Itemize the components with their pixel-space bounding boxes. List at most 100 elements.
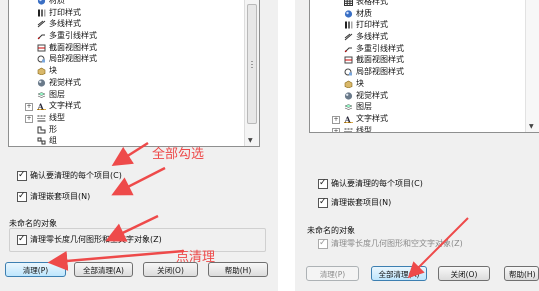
tree-item-label: 局部视图样式 <box>49 54 97 64</box>
tree-item-label: 多线样式 <box>49 19 81 29</box>
tree-item[interactable]: 局部视图样式 <box>9 53 245 65</box>
shape-icon <box>37 126 46 134</box>
linetype-icon <box>344 128 353 132</box>
scroll-down-icon[interactable]: ▼ <box>529 123 534 130</box>
tree-item[interactable]: 表格样式 <box>310 0 526 8</box>
tree-item[interactable]: 图层 <box>9 89 245 101</box>
tree-item[interactable]: 图层 <box>310 101 526 113</box>
purge-all-button[interactable]: 全部清理(A) <box>74 262 133 277</box>
tree-item-label: 视觉样式 <box>356 90 388 100</box>
tree-list: 表格样式 材质 打印样式 多线样式 多重引线样式 截面视图样式 局部视图样式块视觉样式 图层 +… <box>310 0 526 132</box>
tree-item[interactable]: 截面视图样式 <box>310 54 526 66</box>
confirm-each-label: 确认要清理的每个项目(C) <box>30 171 122 180</box>
purge-nested-checkbox[interactable]: 清理嵌套项目(N) <box>318 196 392 209</box>
tree-item-label: 截面视图样式 <box>49 42 97 52</box>
tree-item[interactable]: 组 <box>9 135 245 146</box>
visual-style-icon <box>344 91 353 100</box>
purge-zero-length-checkbox[interactable]: 清理零长度几何图形和空文字对象(Z) <box>17 233 162 246</box>
purge-button[interactable]: 清理(P) <box>5 262 66 277</box>
purge-all-button[interactable]: 全部清理(A) <box>371 266 427 281</box>
tree-item[interactable]: + 线型 <box>310 125 526 132</box>
purge-zero-length-checkbox: 清理零长度几何图形和空文字对象(Z) <box>318 237 463 250</box>
tree-item-label: 文字样式 <box>356 113 388 123</box>
tree-item-label: 线型 <box>49 112 65 122</box>
block-icon <box>344 80 353 88</box>
tree-item-label: 组 <box>49 136 57 146</box>
expand-icon[interactable]: + <box>332 115 340 124</box>
tree-item-label: 截面视图样式 <box>356 55 404 65</box>
linetype-icon <box>37 115 46 122</box>
help-button[interactable]: 帮助(H) <box>208 262 268 277</box>
checkbox-checked-icon[interactable] <box>318 177 328 189</box>
scroll-down-icon[interactable]: ▼ <box>248 137 253 144</box>
expand-icon[interactable]: + <box>332 127 340 132</box>
tree-item-label: 文字样式 <box>49 101 81 111</box>
tree-item[interactable]: 视觉样式 <box>310 90 526 102</box>
tree-item[interactable]: + A 文字样式 <box>9 100 245 112</box>
svg-text:A: A <box>37 102 45 110</box>
layer-icon <box>37 91 46 98</box>
purge-nested-checkbox[interactable]: 清理嵌套项目(N) <box>17 190 91 203</box>
tree-item[interactable]: 块 <box>9 65 245 77</box>
scrollbar-thumb[interactable] <box>247 4 257 124</box>
tree-item-label: 材质 <box>356 8 372 18</box>
tree-item[interactable]: 多重引线样式 <box>9 30 245 42</box>
tree-item-label: 视觉样式 <box>49 77 81 87</box>
group-icon <box>37 137 46 145</box>
tree-item[interactable]: + 线型 <box>9 112 245 124</box>
expand-icon[interactable]: + <box>25 103 33 112</box>
annotation-click-purge: 点清理 <box>176 250 216 265</box>
tree-item[interactable]: 局部视图样式 <box>310 66 526 78</box>
tree-item-label: 形 <box>49 124 57 134</box>
tree-scrollbar[interactable]: ▼ <box>525 0 539 132</box>
tree-item-label: 块 <box>356 78 364 88</box>
multiline-style-icon <box>37 20 46 28</box>
tree-item-label: 表格样式 <box>356 0 388 6</box>
tree-item[interactable]: 截面视图样式 <box>9 42 245 54</box>
tree-item[interactable]: 形 <box>9 124 245 136</box>
multileader-style-icon <box>344 47 352 53</box>
close-button[interactable]: 关闭(O) <box>438 266 490 281</box>
purge-tree[interactable]: 材质 打印样式多线样式多重引线样式 截面视图样式 局部视图样式块视觉样式图层 + A 文字样… <box>8 0 260 147</box>
tree-item[interactable]: 材质 <box>9 0 245 7</box>
detail-view-style-icon <box>344 68 352 76</box>
plot-style-icon <box>345 21 353 29</box>
table-style-icon <box>344 0 353 6</box>
checkbox-checked-icon[interactable] <box>17 169 27 181</box>
text-style-icon: A <box>37 102 46 111</box>
tree-item[interactable]: 打印样式 <box>310 19 526 31</box>
tree-item[interactable]: 视觉样式 <box>9 77 245 89</box>
purge-nested-label: 清理嵌套项目(N) <box>331 198 392 207</box>
text-style-icon: A <box>344 115 353 123</box>
tree-item-label: 打印样式 <box>49 7 81 17</box>
material-icon <box>344 10 353 18</box>
purge-tree[interactable]: 表格样式 材质 打印样式 多线样式 多重引线样式 截面视图样式 局部视图样式块视觉样式 图层 +… <box>309 0 539 133</box>
tree-item-label: 块 <box>49 66 57 76</box>
tree-item[interactable]: 材质 <box>310 8 526 20</box>
detail-view-style-icon <box>37 55 45 63</box>
tree-item[interactable]: 多线样式 <box>9 18 245 30</box>
purge-zero-length-label: 清理零长度几何图形和空文字对象(Z) <box>331 239 463 248</box>
checkbox-checked-icon[interactable] <box>17 190 27 202</box>
tree-item-label: 多线样式 <box>356 32 388 42</box>
section-view-style-icon <box>37 44 46 52</box>
checkbox-checked-icon[interactable] <box>17 233 27 245</box>
tree-item[interactable]: 块 <box>310 78 526 90</box>
confirm-each-checkbox[interactable]: 确认要清理的每个项目(C) <box>17 169 122 182</box>
tree-item-label: 打印样式 <box>356 20 388 30</box>
tree-item[interactable]: 多重引线样式 <box>310 43 526 55</box>
purge-dialog-right: 表格样式 材质 打印样式 多线样式 多重引线样式 截面视图样式 局部视图样式块视觉样式 图层 +… <box>295 0 539 291</box>
help-button[interactable]: 帮助(H) <box>504 266 539 281</box>
tree-item-label: 多重引线样式 <box>49 31 97 41</box>
tree-item[interactable]: 打印样式 <box>9 7 245 19</box>
tree-item[interactable]: + A 文字样式 <box>310 113 526 125</box>
purge-button: 清理(P) <box>306 266 359 281</box>
tree-item[interactable]: 多线样式 <box>310 31 526 43</box>
tree-scrollbar[interactable]: ▼ <box>244 0 259 146</box>
confirm-each-checkbox[interactable]: 确认要清理的每个项目(C) <box>318 177 423 190</box>
confirm-each-label: 确认要清理的每个项目(C) <box>331 179 423 188</box>
purge-nested-label: 清理嵌套项目(N) <box>30 192 91 201</box>
expand-icon[interactable]: + <box>25 114 33 123</box>
checkbox-checked-icon[interactable] <box>318 196 328 208</box>
tree-item-label: 多重引线样式 <box>356 43 404 53</box>
